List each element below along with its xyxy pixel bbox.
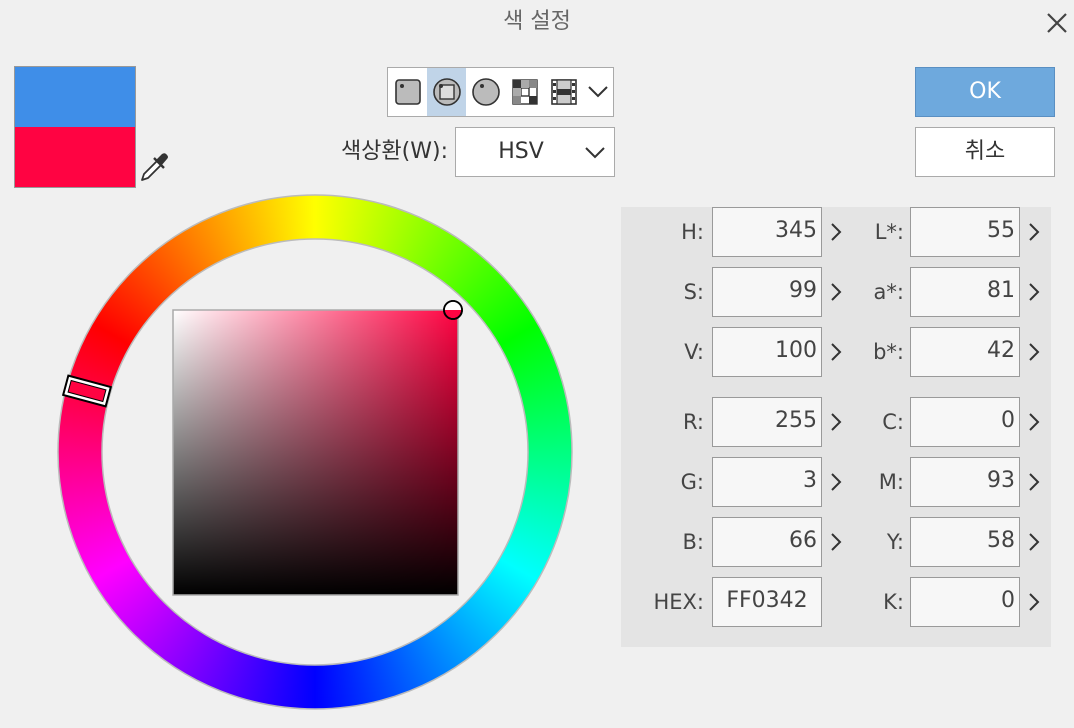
k-field[interactable]: 0 [910, 577, 1020, 627]
chevron-right-icon[interactable] [1025, 517, 1043, 567]
chevron-right-icon[interactable] [1025, 267, 1043, 317]
solid-square-icon[interactable] [388, 68, 427, 116]
dialog-title: 색 설정 [503, 9, 571, 34]
color-values-panel: H: 345 S: 99 V: 100 R: 255 G: 3 B: 66 HE… [621, 207, 1051, 647]
b-star-label: b*: [873, 340, 904, 364]
sv-square[interactable] [172, 309, 459, 596]
chevron-right-icon[interactable] [1025, 207, 1043, 257]
color-wheel[interactable] [55, 192, 575, 712]
chevron-right-icon[interactable] [1025, 397, 1043, 447]
c-field[interactable]: 0 [910, 397, 1020, 447]
color-wheel-select[interactable]: HSV [455, 127, 615, 177]
m-label: M: [878, 470, 904, 494]
m-field[interactable]: 93 [910, 457, 1020, 507]
ok-button[interactable]: OK [915, 67, 1055, 117]
chevron-right-icon[interactable] [1025, 457, 1043, 507]
l-label: L*: [874, 220, 904, 244]
color-mode-toolbar [387, 67, 614, 117]
l-field[interactable]: 55 [910, 207, 1020, 257]
color-wheel-select-value: HSV [498, 139, 544, 164]
chevron-right-icon[interactable] [1025, 327, 1043, 377]
c-label: C: [882, 410, 904, 434]
a-label: a*: [873, 280, 904, 304]
new-color-swatch[interactable] [15, 67, 135, 127]
color-wheel-label: 색상환(W): [340, 139, 448, 164]
chevron-down-icon[interactable] [583, 68, 613, 116]
r-label: R: [682, 410, 704, 434]
chevron-down-icon [584, 142, 606, 166]
current-color-swatch[interactable] [15, 127, 135, 187]
s-label: S: [683, 280, 704, 304]
b-label: B: [682, 530, 704, 554]
a-field[interactable]: 81 [910, 267, 1020, 317]
sv-cursor[interactable] [443, 300, 463, 320]
film-icon[interactable] [544, 68, 583, 116]
h-label: H: [681, 220, 704, 244]
hex-label: HEX: [653, 590, 704, 614]
checker-icon[interactable] [505, 68, 544, 116]
y-field[interactable]: 58 [910, 517, 1020, 567]
y-label: Y: [886, 530, 904, 554]
v-label: V: [684, 340, 704, 364]
eyedropper-icon[interactable] [136, 150, 172, 186]
chevron-right-icon[interactable] [1025, 577, 1043, 627]
g-label: G: [680, 470, 704, 494]
cancel-button[interactable]: 취소 [915, 127, 1055, 177]
k-label: K: [883, 590, 904, 614]
wheel-square-icon[interactable] [427, 68, 466, 116]
close-icon[interactable] [1040, 6, 1074, 40]
circle-icon[interactable] [466, 68, 505, 116]
b-star-field[interactable]: 42 [910, 327, 1020, 377]
